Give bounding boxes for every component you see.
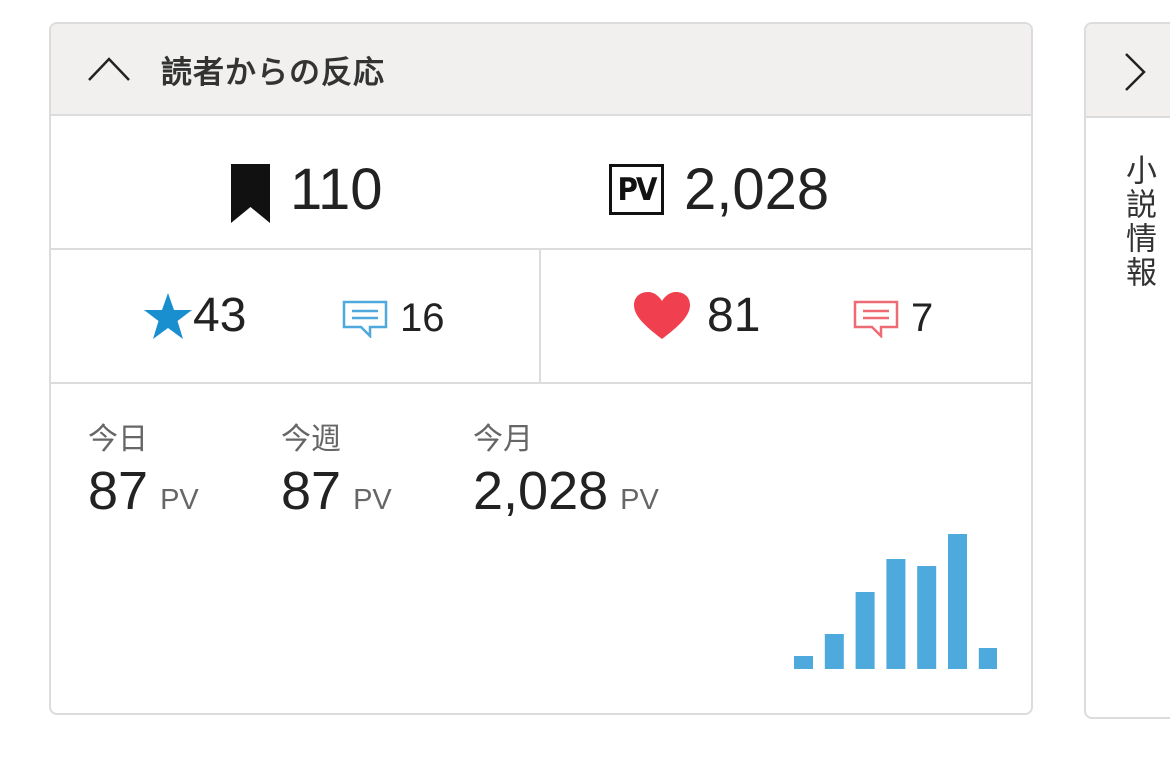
pv-icon: PV	[609, 164, 664, 215]
chevron-up-icon[interactable]	[87, 56, 131, 82]
period-unit: PV	[353, 484, 392, 516]
bookmark-count: 110	[290, 157, 383, 222]
comment-icon	[853, 300, 899, 338]
heart-section: 81 7	[541, 250, 1031, 382]
bookmark-stat: 110	[231, 156, 382, 223]
period-label: 今週	[281, 422, 341, 457]
period-value: 87	[281, 461, 342, 521]
pageview-periods: 今日 87 PV 今週 87 PV 今月 2,028 PV	[51, 384, 1031, 713]
star-icon	[144, 292, 192, 339]
star-count: 43	[193, 289, 247, 342]
comment-icon	[342, 300, 388, 338]
heart-comment-stat[interactable]: 7	[853, 296, 933, 341]
heart-comment-count: 7	[911, 296, 934, 340]
panel-title: 読者からの反応	[161, 54, 385, 91]
heart-stat[interactable]: 81	[633, 288, 760, 343]
reader-reactions-panel: 読者からの反応 110 PV 2,028 43 16 81 7 今日 87 PV…	[49, 22, 1033, 715]
side-panel-header[interactable]	[1086, 24, 1170, 118]
period-week: 今週 87 PV	[281, 414, 392, 522]
heart-icon	[634, 291, 690, 339]
star-stat[interactable]: 43	[143, 288, 246, 343]
chart-bar	[948, 534, 967, 669]
period-unit: PV	[160, 484, 199, 516]
totals-row: 110 PV 2,028	[51, 116, 1031, 250]
period-unit: PV	[620, 484, 659, 516]
panel-header[interactable]: 読者からの反応	[51, 24, 1031, 116]
star-section: 43 16	[51, 250, 541, 382]
pageview-mini-chart	[794, 534, 997, 669]
period-month: 今月 2,028 PV	[473, 414, 659, 522]
period-value: 2,028	[473, 461, 609, 521]
chart-bar	[824, 634, 844, 669]
period-label: 今日	[88, 422, 148, 457]
ratings-row: 43 16 81 7	[51, 250, 1031, 384]
novel-info-panel[interactable]: 小説情報	[1084, 22, 1170, 719]
period-value: 87	[88, 461, 149, 521]
chart-bar	[917, 566, 937, 669]
heart-count: 81	[707, 289, 761, 342]
chart-bar	[886, 559, 906, 669]
period-today: 今日 87 PV	[88, 414, 199, 522]
period-label: 今月	[473, 422, 533, 457]
star-comment-stat[interactable]: 16	[342, 296, 445, 341]
pageview-count: 2,028	[684, 157, 830, 222]
chart-bar	[855, 592, 875, 669]
chevron-right-icon[interactable]	[1124, 52, 1146, 92]
chart-bar	[794, 656, 813, 669]
pageview-stat: PV 2,028	[609, 156, 829, 223]
bookmark-icon	[231, 164, 270, 223]
side-panel-title: 小説情報	[1120, 154, 1156, 290]
star-comment-count: 16	[400, 296, 445, 340]
chart-bar	[978, 648, 997, 669]
